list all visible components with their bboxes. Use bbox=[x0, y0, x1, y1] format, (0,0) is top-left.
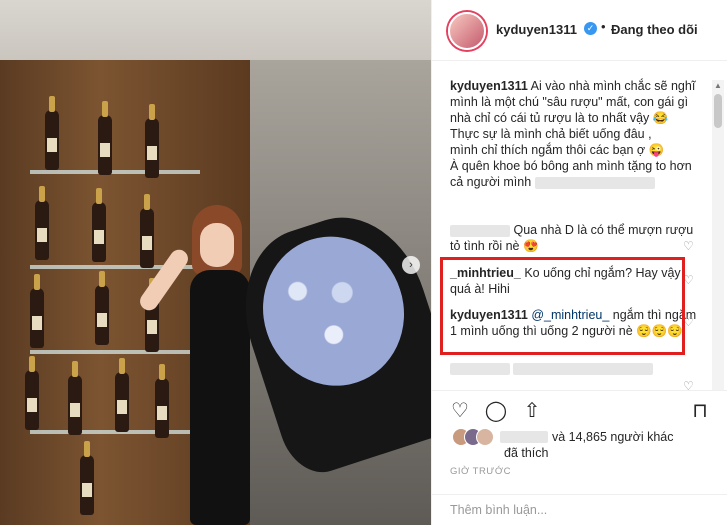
blurred-liker-name bbox=[500, 431, 548, 443]
likes-count-text[interactable]: và 14,865 người khác bbox=[552, 430, 674, 444]
comment-text: Thực sự là mình chả biết uống đâu , bbox=[450, 127, 652, 141]
likes-summary: và 14,865 người khác đã thích bbox=[432, 428, 727, 464]
shelf bbox=[30, 170, 200, 174]
wine-bottle bbox=[30, 274, 44, 348]
blurred-content bbox=[513, 362, 654, 375]
blurred-content bbox=[534, 176, 655, 189]
highlight-box bbox=[440, 257, 685, 355]
comment-item bbox=[450, 360, 702, 376]
comment-icon[interactable]: ◯ bbox=[484, 399, 508, 423]
babys-breath-flowers bbox=[243, 218, 424, 405]
add-comment-bar bbox=[432, 494, 727, 526]
black-dress bbox=[190, 270, 250, 525]
comment-like-heart-icon[interactable]: ♡ bbox=[683, 238, 694, 254]
post-photo[interactable]: › bbox=[0, 0, 431, 525]
header-username[interactable]: kyduyen1311 bbox=[496, 22, 577, 37]
wine-bottle bbox=[145, 104, 159, 178]
comment-item: Qua nhà D là có thể mượn rượu tỏ tình rồ… bbox=[450, 222, 702, 254]
wine-bottle bbox=[35, 186, 49, 260]
post-header: kyduyen1311 ✓ • Đang theo dõi bbox=[432, 0, 727, 61]
scrollbar-thumb[interactable] bbox=[714, 94, 722, 128]
likes-label: đã thích bbox=[504, 446, 549, 460]
liker-avatar[interactable] bbox=[476, 428, 494, 446]
face bbox=[200, 223, 234, 267]
wine-bottle bbox=[95, 271, 109, 345]
bookmark-icon[interactable]: ⊓ bbox=[688, 399, 712, 423]
carousel-next-icon[interactable]: › bbox=[402, 256, 420, 274]
action-bar: ♡ ◯ ⇧ ⊓ bbox=[432, 390, 727, 431]
like-heart-icon[interactable]: ♡ bbox=[448, 399, 472, 423]
comment-like-heart-icon[interactable]: ♡ bbox=[683, 378, 694, 390]
scrollbar[interactable]: ▲ bbox=[712, 80, 724, 390]
following-button[interactable]: Đang theo dõi bbox=[611, 22, 698, 37]
share-icon[interactable]: ⇧ bbox=[520, 399, 544, 423]
wine-bottle bbox=[45, 96, 59, 170]
wine-bottle bbox=[80, 441, 94, 515]
blurred-username bbox=[450, 224, 510, 237]
wine-bottle bbox=[92, 188, 106, 262]
scroll-up-icon[interactable]: ▲ bbox=[712, 80, 724, 92]
wine-bottle bbox=[98, 101, 112, 175]
caption: kyduyen1311 Ai vào nhà mình chắc sẽ nghĩ… bbox=[450, 78, 702, 190]
separator-dot: • bbox=[601, 19, 606, 34]
verified-badge-icon: ✓ bbox=[584, 22, 597, 35]
avatar[interactable] bbox=[448, 12, 486, 50]
comment-text: mình chỉ thích ngắm thôi các bạn ợ 😜 bbox=[450, 143, 665, 157]
comment-input[interactable] bbox=[448, 502, 712, 518]
wine-bottle bbox=[68, 361, 82, 435]
blurred-username bbox=[450, 362, 510, 375]
comment-username[interactable]: kyduyen1311 bbox=[450, 79, 528, 93]
wine-bottle bbox=[115, 358, 129, 432]
post-timestamp: GIỜ TRƯỚC bbox=[450, 466, 511, 477]
wine-bottle bbox=[25, 356, 39, 430]
